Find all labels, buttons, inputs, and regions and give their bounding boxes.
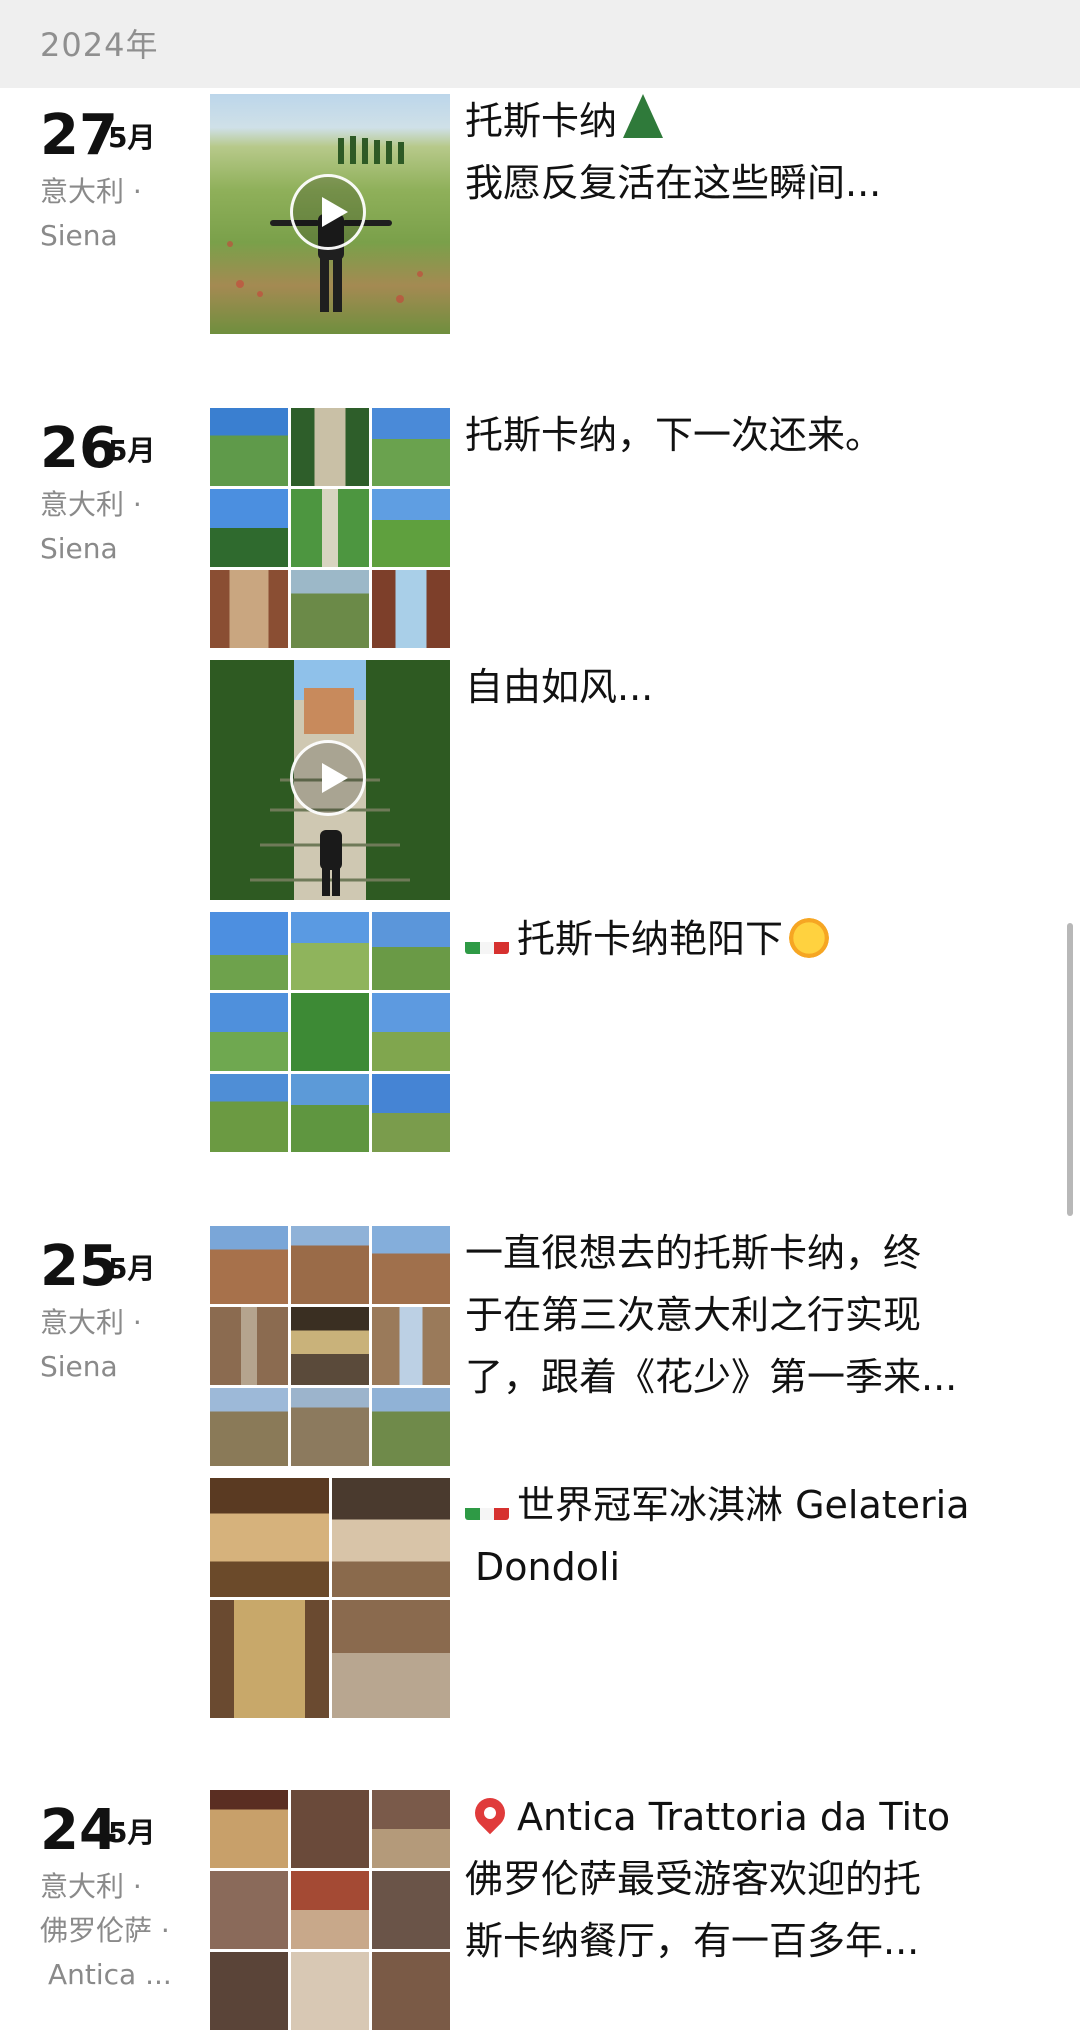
- post-text[interactable]: Antica Trattoria da Tito 佛罗伦萨最受游客欢迎的托 斯卡…: [465, 1786, 1025, 1972]
- photo[interactable]: [372, 1307, 450, 1385]
- photo[interactable]: [291, 1307, 369, 1385]
- photo[interactable]: [291, 489, 369, 567]
- photo[interactable]: [372, 993, 450, 1071]
- photo[interactable]: [210, 912, 288, 990]
- video-thumbnail[interactable]: [210, 660, 450, 900]
- photo-grid[interactable]: [210, 1478, 450, 1718]
- location-line: Siena: [40, 1350, 118, 1383]
- year-header: 2024年: [0, 0, 1080, 88]
- italy-flag-icon: [465, 926, 509, 954]
- photo[interactable]: [210, 408, 288, 486]
- photo-grid[interactable]: [210, 912, 450, 1152]
- entry-day: 26: [40, 416, 118, 481]
- photo[interactable]: [210, 489, 288, 567]
- photo[interactable]: [372, 489, 450, 567]
- post-text[interactable]: 世界冠军冰淇淋 Gelateria Dondoli: [465, 1474, 1025, 1598]
- location-line: Siena: [40, 219, 118, 252]
- photo[interactable]: [372, 912, 450, 990]
- photo[interactable]: [291, 993, 369, 1071]
- play-icon[interactable]: [290, 174, 366, 250]
- post-line: 自由如风...: [465, 665, 654, 709]
- photo-grid[interactable]: [210, 1790, 450, 2030]
- entry-month: 5月: [108, 1252, 156, 1285]
- post-text[interactable]: 托斯卡纳 我愿反复活在这些瞬间...: [465, 90, 1025, 214]
- post-text[interactable]: 自由如风...: [465, 656, 1025, 718]
- location-line: Siena: [40, 532, 118, 565]
- photo[interactable]: [291, 1074, 369, 1152]
- post-line: Dondoli: [475, 1545, 621, 1589]
- entry-day: 25: [40, 1234, 118, 1299]
- photo[interactable]: [291, 570, 369, 648]
- photo[interactable]: [210, 1226, 288, 1304]
- photo[interactable]: [372, 1871, 450, 1949]
- post-line: 于在第三次意大利之行实现: [465, 1293, 922, 1337]
- entry-month: 5月: [108, 1816, 156, 1849]
- photo[interactable]: [372, 1074, 450, 1152]
- photo[interactable]: [210, 1599, 329, 1718]
- entry-day: 24: [40, 1798, 118, 1863]
- entry-location[interactable]: 意大利 · Siena: [40, 483, 190, 571]
- italy-flag-icon: [465, 1492, 509, 1520]
- location-line: Antica ...: [48, 1958, 172, 1991]
- photo[interactable]: [372, 1388, 450, 1466]
- sun-icon: [789, 918, 830, 958]
- location-line: 意大利 ·: [40, 1870, 142, 1903]
- photo[interactable]: [291, 1790, 369, 1868]
- location-line: 意大利 ·: [40, 1306, 142, 1339]
- entry-day: 27: [40, 103, 118, 168]
- post-text[interactable]: 托斯卡纳，下一次还来。: [465, 404, 1025, 466]
- scrollbar[interactable]: [1067, 923, 1073, 1216]
- photo[interactable]: [210, 1952, 288, 2030]
- photo[interactable]: [372, 570, 450, 648]
- post-title: 托斯卡纳: [465, 99, 618, 143]
- post-line: 托斯卡纳艳阳下: [517, 917, 784, 961]
- post-line: 佛罗伦萨最受游客欢迎的托: [465, 1857, 922, 1901]
- photo[interactable]: [210, 570, 288, 648]
- photo[interactable]: [210, 1388, 288, 1466]
- post-line: 一直很想去的托斯卡纳，终: [465, 1231, 922, 1275]
- entry-month: 5月: [108, 121, 156, 154]
- video-thumbnail[interactable]: [210, 94, 450, 334]
- location-line: 意大利 ·: [40, 175, 142, 208]
- location-line: 佛罗伦萨 ·: [40, 1914, 170, 1947]
- tree-icon: [623, 94, 664, 138]
- post-line: Antica Trattoria da Tito: [517, 1795, 951, 1839]
- location-pin-icon: [468, 1791, 512, 1835]
- photo[interactable]: [291, 1226, 369, 1304]
- photo[interactable]: [210, 1871, 288, 1949]
- photo[interactable]: [372, 408, 450, 486]
- post-line: 世界冠军冰淇淋 Gelateria: [517, 1483, 970, 1527]
- post-line: 斯卡纳餐厅，有一百多年...: [465, 1919, 920, 1963]
- entry-location[interactable]: 意大利 · Siena: [40, 170, 190, 258]
- play-icon[interactable]: [290, 740, 366, 816]
- photo-grid[interactable]: [210, 1226, 450, 1466]
- post-text[interactable]: 托斯卡纳艳阳下: [465, 908, 1025, 970]
- photo[interactable]: [291, 408, 369, 486]
- photo[interactable]: [210, 1790, 288, 1868]
- photo[interactable]: [210, 1478, 329, 1597]
- entry-month: 5月: [108, 434, 156, 467]
- photo[interactable]: [372, 1952, 450, 2030]
- post-line: 托斯卡纳，下一次还来。: [465, 413, 884, 457]
- post-text[interactable]: 一直很想去的托斯卡纳，终 于在第三次意大利之行实现 了，跟着《花少》第一季来..…: [465, 1222, 1025, 1408]
- photo[interactable]: [331, 1478, 450, 1597]
- location-line: 意大利 ·: [40, 488, 142, 521]
- photo[interactable]: [372, 1226, 450, 1304]
- photo[interactable]: [210, 1074, 288, 1152]
- entry-location[interactable]: 意大利 · 佛罗伦萨 · Antica ...: [40, 1865, 190, 1997]
- photo[interactable]: [291, 912, 369, 990]
- post-line: 了，跟着《花少》第一季来...: [465, 1355, 958, 1399]
- entry-location[interactable]: 意大利 · Siena: [40, 1301, 190, 1389]
- photo[interactable]: [210, 1307, 288, 1385]
- photo[interactable]: [372, 1790, 450, 1868]
- photo[interactable]: [291, 1388, 369, 1466]
- photo[interactable]: [291, 1871, 369, 1949]
- photo[interactable]: [210, 993, 288, 1071]
- photo[interactable]: [331, 1599, 450, 1718]
- year-label: 2024年: [40, 26, 159, 64]
- photo[interactable]: [291, 1952, 369, 2030]
- photo-grid[interactable]: [210, 408, 450, 648]
- post-line: 我愿反复活在这些瞬间...: [465, 161, 882, 205]
